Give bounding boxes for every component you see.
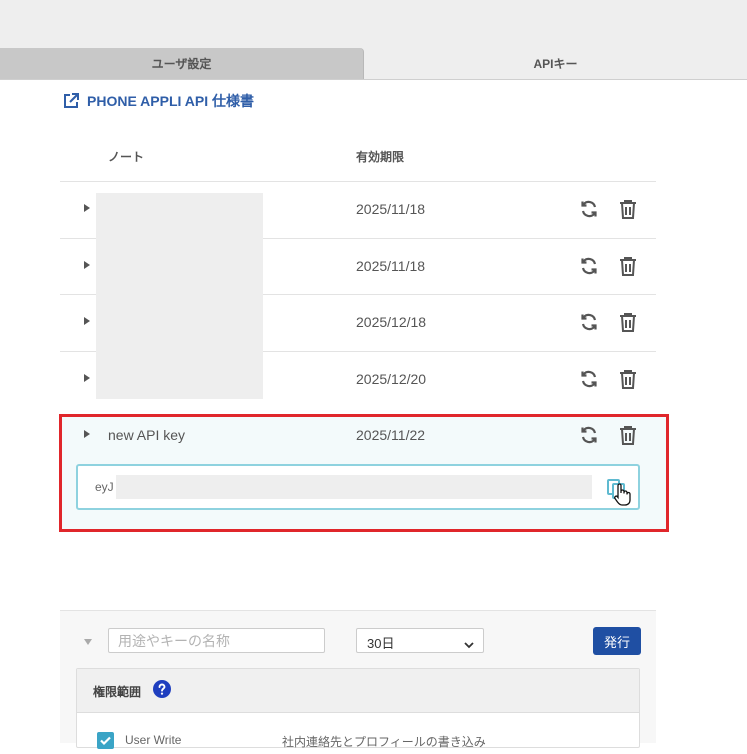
chevron-down-icon [464, 637, 474, 652]
tab-label: APIキー [533, 57, 578, 71]
issue-key-panel: 30日 発行 権限範囲 User Write 社内連絡先とプロフィールの書き込み [60, 610, 656, 749]
column-header-note: ノート [108, 150, 145, 164]
help-icon[interactable] [153, 680, 171, 698]
api-docs-link-label: PHONE APPLI API 仕様書 [87, 93, 254, 109]
tab-label: ユーザ設定 [151, 57, 212, 71]
expiry-period-select[interactable]: 30日 [356, 628, 484, 653]
tab-divider [0, 79, 747, 80]
trash-icon[interactable] [617, 255, 639, 277]
expand-caret-icon[interactable] [84, 374, 90, 382]
trash-icon[interactable] [617, 198, 639, 220]
api-key-expiry: 2025/11/18 [356, 201, 426, 217]
refresh-icon[interactable] [578, 368, 600, 390]
api-key-expiry: 2025/11/18 [356, 258, 426, 274]
api-key-expiry: 2025/12/20 [356, 371, 427, 387]
scope-title: 権限範囲 [93, 685, 142, 699]
refresh-icon[interactable] [578, 198, 600, 220]
tab-api-keys[interactable]: APIキー [364, 48, 747, 79]
trash-icon[interactable] [617, 311, 639, 333]
refresh-icon[interactable] [578, 311, 600, 333]
issue-button[interactable]: 発行 [593, 627, 641, 655]
scope-item-name: User Write [125, 733, 182, 747]
collapse-caret-icon[interactable] [84, 639, 92, 645]
expand-caret-icon[interactable] [84, 204, 90, 212]
highlight-frame [59, 414, 669, 532]
expand-caret-icon[interactable] [84, 261, 90, 269]
column-header-expiry: 有効期限 [356, 150, 405, 164]
trash-icon[interactable] [617, 368, 639, 390]
api-key-expiry: 2025/12/18 [356, 314, 427, 330]
refresh-icon[interactable] [578, 255, 600, 277]
scope-section: 権限範囲 User Write 社内連絡先とプロフィールの書き込み [76, 668, 640, 749]
key-name-input[interactable] [108, 628, 325, 653]
redacted-notes [96, 193, 263, 399]
tab-user-settings[interactable]: ユーザ設定 [0, 48, 364, 79]
api-docs-link[interactable]: PHONE APPLI API 仕様書 [62, 90, 254, 112]
external-link-icon [62, 92, 87, 110]
scope-checkbox[interactable] [97, 732, 114, 749]
scope-header: 権限範囲 [77, 669, 639, 713]
expand-caret-icon[interactable] [84, 317, 90, 325]
expiry-period-value: 30日 [367, 636, 395, 651]
